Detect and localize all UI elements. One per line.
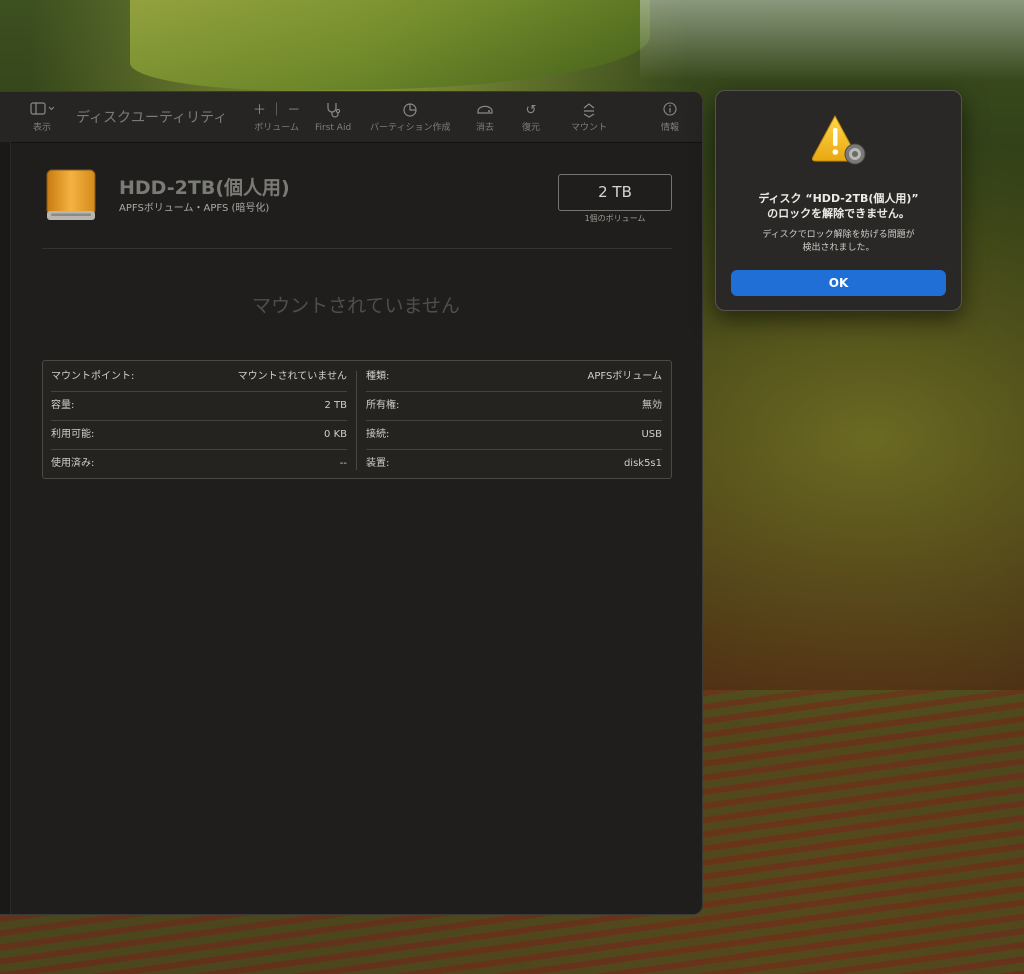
row-value: マウントされていません [237,371,347,382]
volume-count: 1個のボリューム [584,214,646,223]
erase-button[interactable]: 消去 [476,102,494,134]
toolbar: 表示 ディスクユーティリティ ＋ ｜ － ボリューム First Aid パーテ… [0,92,702,143]
main-content: HDD-2TB(個人用) APFSボリューム・APFS (暗号化) 2 TB 1… [10,143,702,914]
table-row: マウントポイント: マウントされていません [51,362,347,392]
table-row: 装置: disk5s1 [366,449,662,478]
row-key: 装置: [366,458,390,469]
volume-name: HDD-2TB(個人用) [119,177,290,199]
ok-button[interactable]: OK [731,270,946,296]
unlock-error-dialog: ディスク “HDD-2TB(個人用)” のロックを解除できません。 ディスクでロ… [715,90,962,311]
info-label: 情報 [661,123,680,133]
stethoscope-icon [315,102,351,120]
row-key: 接続: [366,429,390,440]
row-key: マウントポイント: [51,371,135,382]
column-separator [356,371,357,470]
info-column-right: 種類: APFSボリューム 所有権: 無効 接続: USB 装置: disk5s… [358,361,671,478]
row-value: 0 KB [324,429,347,440]
mount-button[interactable]: マウント [571,102,607,134]
row-key: 利用可能: [51,429,95,440]
volume-label: ボリューム [254,123,299,133]
first-aid-button[interactable]: First Aid [315,102,351,134]
row-value: disk5s1 [623,458,662,469]
volume-button[interactable]: ＋ ｜ － ボリューム [253,102,300,134]
info-icon [661,102,679,120]
mount-status: マウントされていません [252,295,460,317]
row-key: 種類: [366,371,390,382]
row-key: 容量: [51,400,75,411]
row-key: 所有権: [366,400,400,411]
erase-label: 消去 [476,123,495,133]
alert-title: ディスク “HDD-2TB(個人用)” のロックを解除できません。 [726,191,951,221]
alert-message-line2: 検出されました。 [802,243,875,253]
table-row: 容量: 2 TB [51,391,347,421]
info-column-left: マウントポイント: マウントされていません 容量: 2 TB 利用可能: 0 K… [43,361,356,478]
row-value: APFSボリューム [587,371,663,382]
partition-button[interactable]: パーティション作成 [370,102,450,134]
view-label: 表示 [32,123,51,133]
restore-button[interactable]: ↺ 復元 [522,102,540,134]
table-row: 所有権: 無効 [366,391,662,421]
divider [42,248,672,249]
volume-size: 2 TB [558,174,672,211]
alert-message: ディスクでロック解除を妨げる問題が 検出されました。 [726,229,951,255]
alert-title-line2: のロックを解除できません。 [767,207,910,220]
info-table: マウントポイント: マウントされていません 容量: 2 TB 利用可能: 0 K… [42,360,672,479]
view-button[interactable]: 表示 [30,102,55,134]
sidebar-icon [30,102,55,120]
row-value: USB [641,429,662,440]
first-aid-label: First Aid [315,123,352,133]
alert-title-line1: ディスク “HDD-2TB(個人用)” [758,192,919,205]
eraser-icon [476,102,494,120]
partition-label: パーティション作成 [370,123,451,133]
app-title: ディスクユーティリティ [76,110,228,126]
volume-subtitle: APFSボリューム・APFS (暗号化) [119,203,270,214]
mount-label: マウント [571,123,608,133]
info-button[interactable]: 情報 [661,102,679,134]
wallpaper-hill [130,0,650,90]
alert-message-line1: ディスクでロック解除を妨げる問題が [762,230,915,240]
table-row: 使用済み: -- [51,449,347,478]
table-row: 接続: USB [366,420,662,450]
row-value: -- [339,458,347,469]
external-disk-icon [45,169,97,223]
row-value: 無効 [642,400,662,411]
plus-minus-icon: ＋ ｜ － [253,103,301,118]
row-key: 使用済み: [51,458,95,469]
wallpaper-mist [640,0,1024,80]
disk-utility-window: 表示 ディスクユーティリティ ＋ ｜ － ボリューム First Aid パーテ… [0,91,703,915]
row-value: 2 TB [324,400,347,411]
restore-icon: ↺ [525,103,537,118]
restore-label: 復元 [522,123,541,133]
table-row: 種類: APFSボリューム [366,362,662,392]
table-row: 利用可能: 0 KB [51,420,347,450]
mount-icon [571,102,607,120]
warning-icon [811,113,869,167]
pie-icon [370,102,450,120]
